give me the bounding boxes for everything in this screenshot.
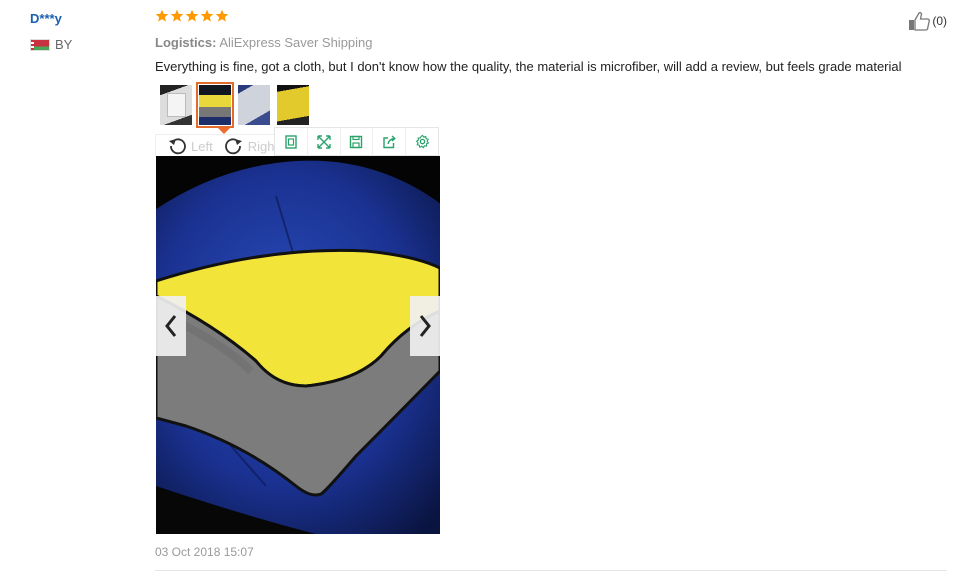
rotate-left-button[interactable]: Left [166,137,213,155]
fullscreen-button[interactable] [308,128,341,155]
country-code: BY [55,37,73,52]
helpful-count: (0) [932,14,947,28]
chevron-left-icon [165,315,177,337]
rotate-left-label: Left [191,138,213,154]
save-icon [350,135,363,148]
rotate-right-button[interactable]: Right [223,137,278,155]
star-icon [185,9,199,22]
previous-image-button[interactable] [156,296,186,356]
share-icon [383,134,397,148]
review-thumbnail[interactable] [238,85,270,125]
fit-icon [285,134,297,149]
review-text: Everything is fine, got a cloth, but I d… [155,59,902,74]
settings-button[interactable] [406,128,438,155]
logistics-value: AliExpress Saver Shipping [219,35,373,50]
rotate-bar: Left Right [155,134,278,157]
reviewer-name[interactable]: D***y [30,11,62,26]
review-thumbnail[interactable] [160,85,192,125]
star-icon [155,9,169,22]
chevron-right-icon [419,315,431,337]
review-date: 03 Oct 2018 15:07 [155,545,254,559]
star-icon [170,9,184,22]
logistics-info: Logistics: AliExpress Saver Shipping [155,35,373,50]
helpful-button[interactable]: (0) [908,11,947,31]
rotate-right-icon [224,138,242,155]
logistics-label: Logistics: [155,35,217,50]
review-photo [156,156,440,534]
save-button[interactable] [341,128,374,155]
review-thumbnail[interactable] [196,82,234,128]
thumbs-up-icon[interactable] [908,11,932,31]
star-icon [200,9,214,22]
fit-button[interactable] [275,128,308,155]
reviewer-country: BY [30,37,72,52]
rotate-left-icon [169,138,186,155]
share-button[interactable] [373,128,407,155]
review-thumbnail[interactable] [277,85,309,125]
review-thumbnails [160,82,309,128]
settings-icon [415,134,429,149]
review-divider [155,570,947,571]
belarus-flag-icon [30,38,50,51]
star-rating [155,9,229,23]
fullscreen-icon [316,134,331,149]
image-toolbar [274,127,439,156]
next-image-button[interactable] [410,296,440,356]
review-image-viewer[interactable] [156,156,440,534]
star-icon [215,9,229,22]
